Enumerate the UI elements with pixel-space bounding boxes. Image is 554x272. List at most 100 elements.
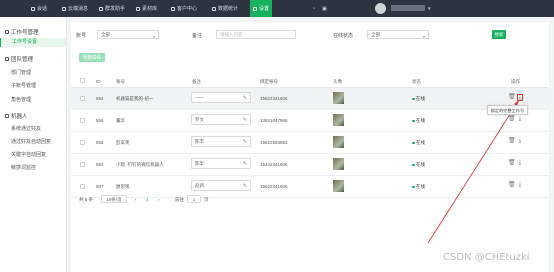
nav-item-settings[interactable]: 设置 (250, 0, 273, 17)
online-status-select[interactable]: 全部 ▾ (367, 30, 429, 39)
edit-icon[interactable]: ✎ (243, 137, 247, 147)
sidebar-item-departments[interactable]: 部门管理 (11, 69, 31, 76)
nav-item-chat[interactable]: 会话 (28, 0, 50, 17)
column-header-bound-account: 绑定账号 (260, 79, 278, 84)
batch-operation-button[interactable]: 批量操作 (79, 53, 105, 62)
row-note-input[interactable]: 陈丰 ✎ (191, 136, 251, 147)
row-note-input[interactable]: 赵新 ✎ (191, 180, 251, 191)
row-status: 在线 (412, 162, 425, 168)
watermark: CSDN @CHEtuzki (443, 252, 530, 263)
row-avatar (333, 136, 344, 148)
download-icon[interactable]: ⤓ (517, 138, 523, 145)
column-header-avatar: 头像 (333, 79, 342, 84)
note-filter-label: 备注 (192, 33, 203, 39)
row-account: 董华 (116, 118, 125, 123)
trash-icon[interactable]: 🗑 (508, 182, 516, 189)
page-unit-label: 页 (204, 197, 209, 202)
row-note-input[interactable]: 陈丰 ✎ (191, 158, 251, 169)
row-checkbox[interactable] (80, 118, 85, 123)
row-avatar (333, 158, 344, 170)
next-page-button[interactable]: › (158, 197, 160, 202)
prev-page-button[interactable]: ‹ (135, 197, 137, 202)
sidebar-item-subaccounts[interactable]: 子账号管理 (11, 82, 36, 89)
download-tooltip: 绑定的完整工作号 (487, 105, 528, 115)
goto-label: 前往 (175, 197, 184, 202)
row-note-input[interactable]: 罗文 ✎ (191, 114, 251, 125)
row-id: 554 (96, 96, 104, 101)
table-row: 554 机器猫是我的-初一 —— ✎ 15622341606 在线 🗑 ⤓ (71, 88, 549, 110)
nav-item-customers[interactable]: 客户中心 (168, 0, 200, 17)
lock-icon[interactable]: ▣ (322, 0, 327, 17)
table-row: 553 小帮 ·钉钉的微信机器人 陈丰 ✎ 15442341606 在线 🗑 ⤓ (71, 154, 549, 176)
user-icon (171, 6, 175, 11)
row-checkbox[interactable] (80, 162, 85, 167)
gear-icon (253, 6, 257, 11)
row-status: 在线 (412, 140, 425, 146)
row-id: 555 (96, 140, 104, 145)
current-page-number[interactable]: 1 (146, 197, 149, 202)
row-status: 在线 (412, 184, 425, 190)
online-dot-icon (412, 163, 415, 167)
row-bound-account: 15622583983 (260, 140, 288, 145)
edit-icon[interactable]: ✎ (243, 93, 247, 103)
download-icon[interactable]: ⤓ (517, 160, 523, 167)
goto-page-input[interactable]: 1 (187, 195, 201, 203)
user-avatar[interactable] (375, 3, 386, 14)
sidebar: 工作号管理 工作号设置 团队管理 部门管理 子账号管理 角色管理 机器人 系统通… (0, 17, 67, 272)
folder-icon (136, 6, 140, 11)
row-checkbox[interactable] (80, 140, 85, 145)
nav-item-broadcast[interactable]: 群发助手 (96, 0, 128, 17)
online-filter-label: 在线状态 (333, 33, 354, 39)
bell-icon[interactable]: ◔ (312, 0, 315, 17)
online-dot-icon (412, 97, 415, 101)
edit-icon[interactable]: ✎ (243, 115, 247, 125)
sidebar-item-accept-reply[interactable]: 通过好友自动回复 (11, 138, 51, 145)
download-icon[interactable]: ⤓ (517, 182, 523, 189)
nav-item-statistics[interactable]: 数据统计 (209, 0, 241, 17)
row-note-input[interactable]: —— ✎ (191, 92, 251, 103)
download-icon[interactable]: ⤓ (517, 116, 523, 123)
edit-icon[interactable]: ✎ (243, 159, 247, 169)
chevron-down-icon[interactable]: ▾ (428, 0, 431, 17)
row-checkbox[interactable] (80, 184, 85, 189)
sidebar-item-roles[interactable]: 角色管理 (11, 96, 31, 103)
nav-item-cloud-messages[interactable]: 云端消息 (59, 0, 91, 17)
online-dot-icon (412, 185, 415, 189)
column-header-actions: 操作 (511, 79, 520, 84)
row-id: 507 (96, 184, 104, 189)
trash-icon[interactable]: 🗑 (508, 160, 516, 167)
sidebar-item-sensitive-words[interactable]: 敏感词监控 (11, 164, 36, 171)
sidebar-item-keyword-reply[interactable]: 关键字自动回复 (11, 151, 46, 158)
note-search-input[interactable]: 请输入内容 (216, 30, 296, 39)
account-select[interactable]: 全部 ▾ (97, 30, 159, 39)
phone-icon (5, 30, 9, 34)
chevron-down-icon: ▾ (422, 34, 425, 39)
row-status: 在线 (412, 96, 425, 102)
search-button[interactable]: 搜索 (492, 30, 506, 39)
table-row: 556 董华 罗文 ✎ 13821047965 在线 🗑 ⤓ (71, 110, 549, 132)
trash-icon[interactable]: 🗑 (508, 94, 516, 101)
account-filter-label: 账号 (76, 33, 87, 39)
content-panel: 账号 全部 ▾ 备注 请输入内容 在线状态 全部 ▾ 搜索 批量操作 ID 账号 备… (71, 22, 549, 272)
trash-icon[interactable]: 🗑 (508, 116, 516, 123)
trash-icon[interactable]: 🗑 (508, 138, 516, 145)
row-account: 廖思铭 (116, 184, 130, 189)
row-account: 机器猫是我的-初一 (116, 96, 154, 101)
online-dot-icon (412, 119, 415, 123)
sidebar-group-team: 团队管理 (5, 55, 33, 63)
nav-item-materials[interactable]: 素材库 (133, 0, 160, 17)
chart-icon (212, 6, 216, 11)
row-id: 556 (96, 118, 104, 123)
sidebar-group-robot: 机器人 (5, 112, 28, 120)
page-size-select[interactable]: 10条/页 (101, 195, 127, 203)
row-checkbox[interactable] (80, 96, 85, 101)
download-icon[interactable]: ⤓ (517, 94, 523, 101)
chat-icon (31, 6, 35, 11)
table-row: 555 彭军英 陈丰 ✎ 15622583983 在线 🗑 ⤓ (71, 132, 549, 154)
select-all-checkbox[interactable] (80, 78, 85, 83)
sidebar-item-workaccount-settings[interactable]: 工作号设置 (0, 38, 66, 47)
main-content: 账号 全部 ▾ 备注 请输入内容 在线状态 全部 ▾ 搜索 批量操作 ID 账号 备… (67, 17, 554, 272)
edit-icon[interactable]: ✎ (243, 181, 247, 191)
sidebar-item-auto-accept[interactable]: 系统通过好友 (11, 125, 41, 132)
row-bound-account: 15442341606 (260, 162, 288, 167)
